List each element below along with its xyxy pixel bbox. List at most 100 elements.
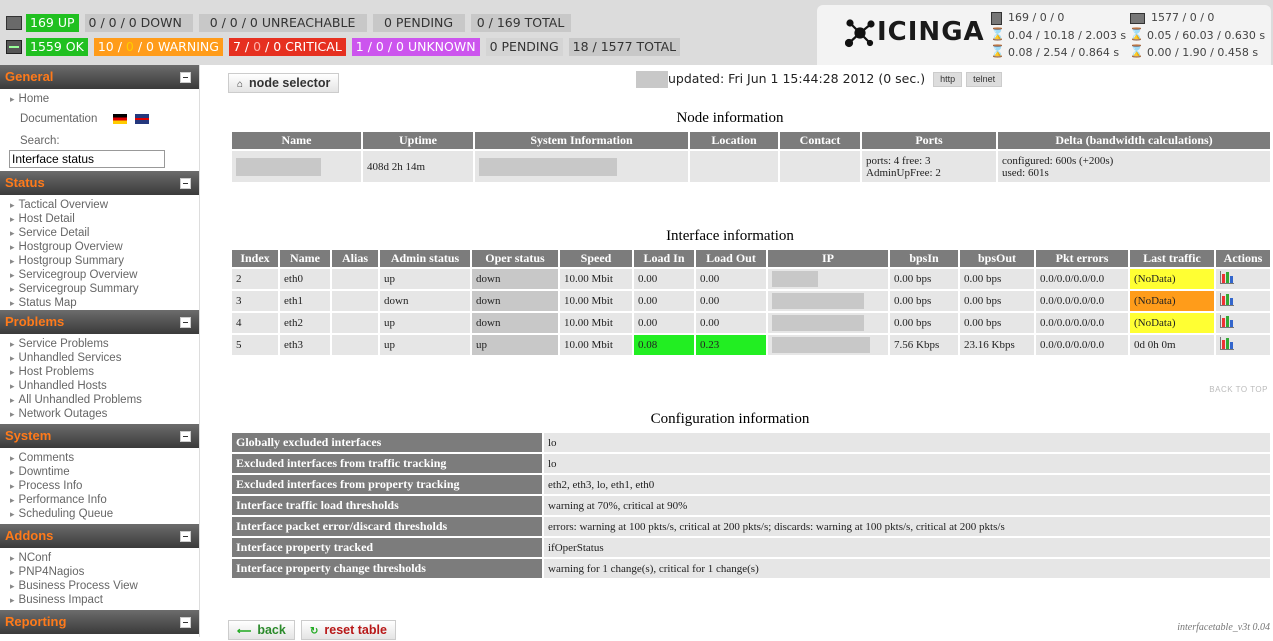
graph-bar (1226, 338, 1229, 349)
sidebar-section-general[interactable]: General (0, 65, 199, 89)
sidebar-item-business-impact[interactable]: Business Impact (0, 593, 199, 607)
config-key: Excluded interfaces from property tracki… (232, 475, 542, 494)
sidebar-item-scheduling-queue[interactable]: Scheduling Queue (0, 507, 199, 521)
sidebar-item-pnp4nagios[interactable]: PNP4Nagios (0, 565, 199, 579)
config-value: warning at 70%, critical at 90% (544, 496, 1270, 515)
sidebar-item-comments[interactable]: Comments (0, 451, 199, 465)
interface-column-header[interactable]: bpsIn (890, 250, 958, 267)
hosts-pending[interactable]: 0 PENDING (372, 14, 465, 32)
sidebar-item-service-detail[interactable]: Service Detail (0, 226, 199, 240)
collapse-icon[interactable] (180, 72, 191, 83)
collapse-icon[interactable] (180, 431, 191, 442)
bps-in-cell: 0.00 bps (890, 291, 958, 311)
alias-cell (332, 335, 378, 355)
services-warning[interactable]: 10 / 0 / 0 WARNING (93, 38, 223, 56)
sidebar-item-service-problems[interactable]: Service Problems (0, 337, 199, 351)
interface-column-header[interactable]: Speed (560, 250, 632, 267)
telnet-button[interactable]: telnet (966, 72, 1003, 87)
graph-icon[interactable] (1220, 337, 1234, 350)
interface-column-header[interactable]: Alias (332, 250, 378, 267)
refresh-icon: ↻ (310, 626, 319, 637)
sidebar-item-status-map[interactable]: Status Map (0, 296, 199, 310)
sidebar-section-addons[interactable]: Addons (0, 524, 199, 548)
sidebar-item-servicegroup-overview[interactable]: Servicegroup Overview (0, 268, 199, 282)
sidebar-item-all-unhandled-problems[interactable]: All Unhandled Problems (0, 393, 199, 407)
interface-column-header[interactable]: Load Out (696, 250, 766, 267)
index-cell: 4 (232, 313, 278, 333)
hosts-up[interactable]: 169 UP (26, 14, 79, 32)
config-value: lo (544, 433, 1270, 452)
back-to-top-link[interactable]: BACK TO TOP (1209, 385, 1268, 394)
services-total[interactable]: 18 / 1577 TOTAL (568, 38, 681, 56)
graph-icon[interactable] (1220, 293, 1234, 306)
sidebar-item-hostgroup-summary[interactable]: Hostgroup Summary (0, 254, 199, 268)
search-input[interactable] (9, 150, 165, 168)
services-pending[interactable]: 0 PENDING (485, 38, 563, 56)
services-ok[interactable]: 1559 OK (26, 38, 88, 56)
delta-line2: used: 601s (1002, 166, 1049, 179)
sidebar-item-business-process-view[interactable]: Business Process View (0, 579, 199, 593)
node-selector-button[interactable]: ⌂ node selector (228, 73, 340, 93)
services-critical[interactable]: 7 / 0 / 0 CRITICAL (228, 38, 346, 56)
interface-column-header[interactable]: Name (280, 250, 330, 267)
hosts-unreachable[interactable]: 0 / 0 / 0 UNREACHABLE (198, 14, 367, 32)
interface-column-header[interactable]: IP (768, 250, 888, 267)
sidebar-item-home[interactable]: Home (0, 92, 199, 106)
services-unknown[interactable]: 1 / 0 / 0 UNKNOWN (351, 38, 480, 56)
graph-icon[interactable] (1220, 315, 1234, 328)
hosts-total[interactable]: 0 / 169 TOTAL (470, 14, 571, 32)
http-button[interactable]: http (933, 72, 963, 87)
sidebar-item-network-outages[interactable]: Network Outages (0, 407, 199, 421)
interface-column-header[interactable]: Index (232, 250, 278, 267)
interface-column-header[interactable]: Last traffic (1130, 250, 1214, 267)
sidebar-item-performance-info[interactable]: Performance Info (0, 493, 199, 507)
sidebar-section-reporting[interactable]: Reporting (0, 610, 199, 634)
perf-svc-latency1: 0.05 / 60.03 / 0.630 s (1129, 27, 1265, 42)
interface-column-header[interactable]: Admin status (380, 250, 470, 267)
sidebar-item-documentation[interactable]: Documentation (0, 112, 199, 126)
graph-bar (1226, 316, 1229, 327)
pkt-errors-cell: 0.0/0.0/0.0/0.0 (1036, 335, 1128, 355)
sidebar-item-hostgroup-overview[interactable]: Hostgroup Overview (0, 240, 199, 254)
interface-column-header[interactable]: Pkt errors (1036, 250, 1128, 267)
sidebar-item-downtime[interactable]: Downtime (0, 465, 199, 479)
interface-column-header[interactable]: Actions (1216, 250, 1270, 267)
icinga-logo[interactable]: ICINGA (844, 17, 985, 48)
sidebar-section-status[interactable]: Status (0, 171, 199, 195)
collapse-icon[interactable] (180, 178, 191, 189)
collapse-icon[interactable] (180, 317, 191, 328)
sidebar-item-host-problems[interactable]: Host Problems (0, 365, 199, 379)
config-row: Interface traffic load thresholds warning… (232, 496, 1270, 515)
host-status-row: 169 UP 0 / 0 / 0 DOWN 0 / 0 / 0 UNREACHA… (0, 12, 577, 34)
sidebar-item-process-info[interactable]: Process Info (0, 479, 199, 493)
interface-column-header[interactable]: bpsOut (960, 250, 1034, 267)
sidebar-section-problems[interactable]: Problems (0, 310, 199, 334)
sidebar-item-host-detail[interactable]: Host Detail (0, 212, 199, 226)
english-flag-icon[interactable] (135, 113, 150, 124)
german-flag-icon[interactable] (113, 113, 128, 124)
interface-column-header[interactable]: Load In (634, 250, 694, 267)
back-label: back (257, 623, 286, 637)
interface-column-header[interactable]: Oper status (472, 250, 558, 267)
bps-out-cell: 23.16 Kbps (960, 335, 1034, 355)
config-key: Excluded interfaces from traffic trackin… (232, 454, 542, 473)
sidebar-section-system[interactable]: System (0, 424, 199, 448)
sidebar-item-unhandled-hosts[interactable]: Unhandled Hosts (0, 379, 199, 393)
back-button[interactable]: ⟵ back (228, 620, 295, 640)
collapse-icon[interactable] (180, 617, 191, 628)
collapse-icon[interactable] (180, 531, 191, 542)
actions-cell (1216, 291, 1270, 311)
load-in-cell: 0.00 (634, 313, 694, 333)
hosts-down[interactable]: 0 / 0 / 0 DOWN (84, 14, 193, 32)
node-info-title: Node information (676, 110, 784, 126)
sidebar-item-servicegroup-summary[interactable]: Servicegroup Summary (0, 282, 199, 296)
sidebar-item-tactical-overview[interactable]: Tactical Overview (0, 198, 199, 212)
status-menu: Tactical OverviewHost DetailService Deta… (0, 195, 199, 310)
sidebar-item-nconf[interactable]: NConf (0, 551, 199, 565)
sidebar-item-unhandled-services[interactable]: Unhandled Services (0, 351, 199, 365)
oper-status-cell: down (472, 291, 558, 311)
reset-table-button[interactable]: ↻ reset table (301, 620, 396, 640)
graph-icon[interactable] (1220, 271, 1234, 284)
node-delta-cell: configured: 600s (+200s) used: 601s (998, 151, 1270, 182)
graph-bar (1222, 274, 1225, 283)
